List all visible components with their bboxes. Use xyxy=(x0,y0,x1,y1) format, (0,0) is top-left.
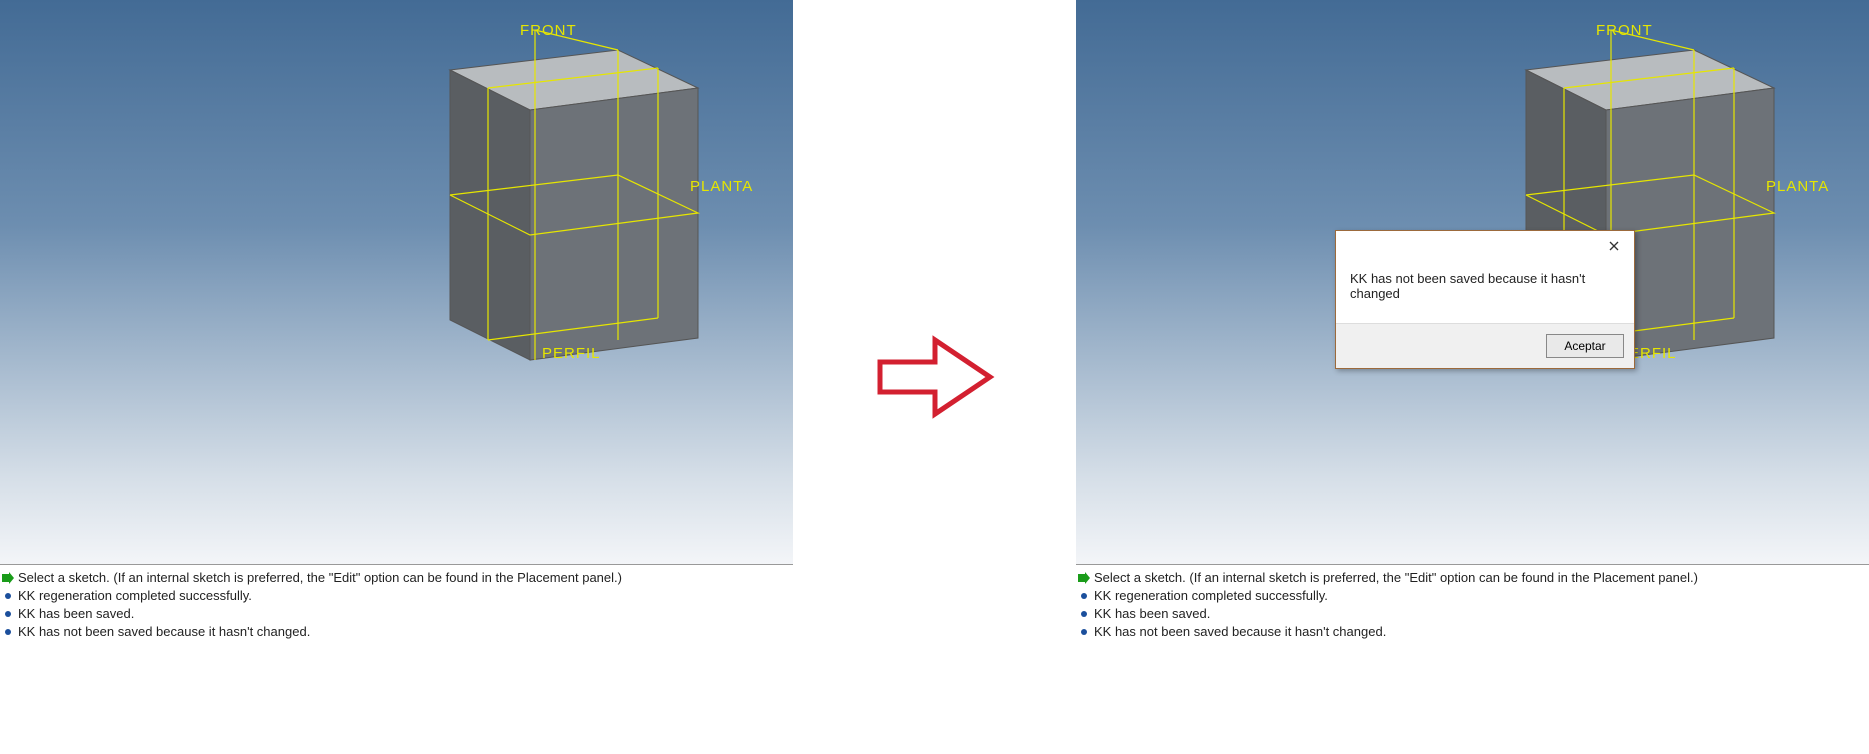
right-panel: FRONT PLANTA PERFIL KK has not been save… xyxy=(1076,0,1869,754)
bullet-icon xyxy=(1081,593,1087,599)
label-front: FRONT xyxy=(520,22,577,39)
status-text: KK has not been saved because it hasn't … xyxy=(18,623,310,641)
message-dialog: KK has not been saved because it hasn't … xyxy=(1335,230,1635,369)
close-icon xyxy=(1609,241,1619,251)
left-panel: FRONT PLANTA PERFIL Select a sketch. (If… xyxy=(0,0,793,754)
dialog-titlebar xyxy=(1336,231,1634,261)
comparison-gap xyxy=(793,0,1076,754)
status-text: Select a sketch. (If an internal sketch … xyxy=(1094,569,1698,587)
status-text: KK has been saved. xyxy=(1094,605,1210,623)
viewport-left[interactable]: FRONT PLANTA PERFIL xyxy=(0,0,793,564)
status-area-right: Select a sketch. (If an internal sketch … xyxy=(1076,564,1869,645)
status-text: KK regeneration completed successfully. xyxy=(18,587,252,605)
transition-arrow-icon xyxy=(875,332,995,422)
close-button[interactable] xyxy=(1602,234,1626,258)
bullet-icon xyxy=(1081,629,1087,635)
dialog-footer: Aceptar xyxy=(1336,323,1634,368)
status-text: Select a sketch. (If an internal sketch … xyxy=(18,569,622,587)
status-line: Select a sketch. (If an internal sketch … xyxy=(1078,569,1867,587)
status-line: KK has not been saved because it hasn't … xyxy=(2,623,791,641)
prompt-arrow-icon xyxy=(1078,572,1090,584)
bullet-icon xyxy=(5,593,11,599)
accept-button[interactable]: Aceptar xyxy=(1546,334,1624,358)
viewport-right[interactable]: FRONT PLANTA PERFIL KK has not been save… xyxy=(1076,0,1869,564)
label-planta: PLANTA xyxy=(690,178,753,195)
status-line: Select a sketch. (If an internal sketch … xyxy=(2,569,791,587)
status-line: KK has been saved. xyxy=(2,605,791,623)
status-area-left: Select a sketch. (If an internal sketch … xyxy=(0,564,793,645)
status-line: KK regeneration completed successfully. xyxy=(1078,587,1867,605)
dialog-message: KK has not been saved because it hasn't … xyxy=(1336,261,1634,323)
label-front: FRONT xyxy=(1596,22,1653,39)
label-planta: PLANTA xyxy=(1766,178,1829,195)
status-text: KK has not been saved because it hasn't … xyxy=(1094,623,1386,641)
status-text: KK regeneration completed successfully. xyxy=(1094,587,1328,605)
bullet-icon xyxy=(1081,611,1087,617)
status-line: KK regeneration completed successfully. xyxy=(2,587,791,605)
bullet-icon xyxy=(5,611,11,617)
cube-model[interactable]: FRONT PLANTA PERFIL xyxy=(440,20,740,390)
bullet-icon xyxy=(5,629,11,635)
status-line: KK has been saved. xyxy=(1078,605,1867,623)
status-line: KK has not been saved because it hasn't … xyxy=(1078,623,1867,641)
label-perfil: PERFIL xyxy=(542,345,601,362)
status-text: KK has been saved. xyxy=(18,605,134,623)
prompt-arrow-icon xyxy=(2,572,14,584)
